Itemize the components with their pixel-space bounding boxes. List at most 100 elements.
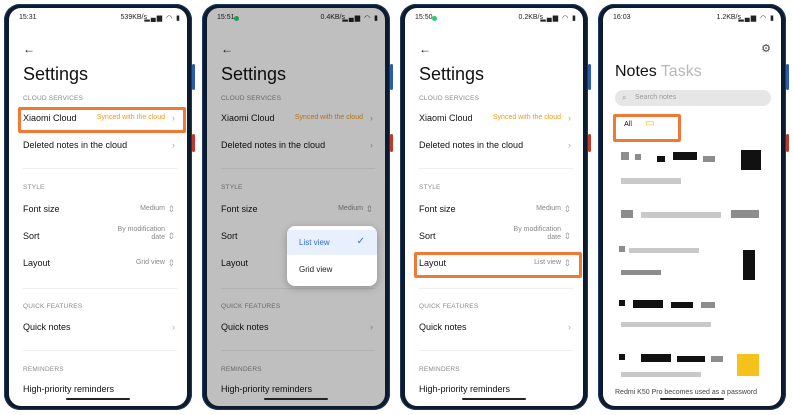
volume-button bbox=[390, 64, 393, 90]
up-down-icon: ⇕ bbox=[167, 231, 175, 241]
sort-value-line-2: date bbox=[151, 234, 165, 241]
status-time: 15:50 bbox=[415, 14, 433, 21]
volume-button bbox=[588, 64, 591, 90]
sort-value: By modification date bbox=[118, 226, 165, 242]
sort-value-line-1: By modification bbox=[117, 226, 165, 233]
phone-settings-cloud: 15:31 539KB/s ▂▄▆ ◠ ▮ ← Settings CLOUD S… bbox=[4, 4, 195, 410]
option-list-view[interactable]: List view ✓ bbox=[287, 230, 377, 255]
gear-icon[interactable]: ⚙ bbox=[761, 42, 771, 55]
font-size-value: Medium bbox=[140, 205, 165, 212]
xiaomi-cloud-label: Xiaomi Cloud bbox=[419, 113, 473, 123]
note-card[interactable] bbox=[611, 294, 773, 340]
redacted-block bbox=[619, 246, 625, 252]
search-input[interactable]: ⌕ Search notes bbox=[615, 90, 771, 106]
redacted-block bbox=[633, 300, 663, 308]
xiaomi-cloud-status: Synced with the cloud bbox=[492, 114, 561, 121]
redacted-block bbox=[657, 156, 665, 162]
sort-value-line-1: By modification bbox=[513, 226, 561, 233]
divider bbox=[419, 168, 573, 169]
row-sort[interactable]: Sort By modification date ⇕ bbox=[23, 226, 177, 245]
phone-settings-layout-popup: 15:51 0.4KB/s ▂▄▆ ◠ ▮ ← Settings CLOUD S… bbox=[202, 4, 393, 410]
screen: 15:31 539KB/s ▂▄▆ ◠ ▮ ← Settings CLOUD S… bbox=[9, 8, 187, 406]
row-high-priority[interactable]: High-priority reminders bbox=[419, 382, 573, 398]
status-bar: 15:50 0.2KB/s ▂▄▆ ◠ ▮ bbox=[405, 14, 583, 26]
power-button bbox=[390, 134, 393, 152]
sort-value-line-2: date bbox=[547, 234, 561, 241]
redacted-block bbox=[621, 270, 661, 275]
layout-label: Layout bbox=[23, 258, 51, 268]
layout-value: Grid view bbox=[135, 259, 165, 266]
divider bbox=[23, 288, 177, 289]
chevron-right-icon: › bbox=[568, 140, 571, 150]
signal-wifi-battery-icon: ▂▄▆ ◠ ▮ bbox=[540, 15, 577, 22]
row-high-priority[interactable]: High-priority reminders bbox=[23, 382, 177, 398]
redacted-block bbox=[703, 156, 715, 162]
row-quick-notes[interactable]: Quick notes › bbox=[23, 320, 177, 336]
row-quick-notes[interactable]: Quick notes › bbox=[419, 320, 573, 336]
search-placeholder: Search notes bbox=[635, 94, 677, 101]
phone-settings-list-view: 15:50 0.2KB/s ▂▄▆ ◠ ▮ ← Settings CLOUD S… bbox=[400, 4, 591, 410]
row-font-size[interactable]: Font size Medium ⇕ bbox=[23, 202, 177, 218]
modal-overlay[interactable] bbox=[207, 8, 385, 406]
redacted-block bbox=[711, 356, 723, 362]
volume-button bbox=[786, 64, 789, 90]
checkmark-icon: ✓ bbox=[356, 236, 365, 247]
home-indicator bbox=[264, 398, 328, 400]
section-style: STYLE bbox=[419, 184, 441, 191]
option-grid-view[interactable]: Grid view bbox=[287, 257, 377, 282]
up-down-icon: ⇕ bbox=[167, 204, 175, 214]
row-sort[interactable]: Sort By modification date ⇕ bbox=[419, 226, 573, 245]
signal-wifi-battery-icon: ▂▄▆ ◠ ▮ bbox=[144, 15, 181, 22]
screen: 16:03 1.2KB/s ▂▄▆ ◠ ▮ ⚙ Notes Tasks ⌕ Sea… bbox=[603, 8, 781, 406]
page-title: Settings bbox=[419, 64, 485, 84]
redacted-block bbox=[743, 250, 755, 280]
redacted-block bbox=[671, 302, 693, 308]
note-preview-partial: Redmi K50 Pro becomes used as a password bbox=[615, 389, 758, 396]
row-deleted-notes[interactable]: Deleted notes in the cloud › bbox=[23, 138, 177, 154]
page-title: Settings bbox=[23, 64, 89, 84]
back-arrow-icon[interactable]: ← bbox=[23, 42, 35, 56]
chevron-right-icon: › bbox=[172, 322, 175, 332]
font-size-label: Font size bbox=[419, 204, 456, 214]
status-time: 16:03 bbox=[613, 14, 631, 21]
sort-label: Sort bbox=[419, 231, 436, 241]
redacted-block bbox=[741, 150, 761, 170]
tab-notes[interactable]: Notes bbox=[615, 63, 657, 80]
up-down-icon: ⇕ bbox=[563, 204, 571, 214]
power-button bbox=[192, 134, 195, 152]
note-card[interactable] bbox=[611, 240, 773, 286]
font-size-label: Font size bbox=[23, 204, 60, 214]
section-cloud-services: CLOUD SERVICES bbox=[23, 95, 84, 102]
row-xiaomi-cloud[interactable]: Xiaomi Cloud Synced with the cloud › bbox=[419, 111, 573, 127]
row-deleted-notes[interactable]: Deleted notes in the cloud › bbox=[419, 138, 573, 154]
search-icon: ⌕ bbox=[622, 93, 627, 102]
row-layout[interactable]: Layout Grid view ⇕ bbox=[23, 256, 177, 272]
row-font-size[interactable]: Font size Medium ⇕ bbox=[419, 202, 573, 218]
highlight-box bbox=[18, 107, 186, 133]
option-grid-view-label: Grid view bbox=[299, 265, 333, 274]
note-card[interactable] bbox=[611, 348, 773, 388]
back-arrow-icon[interactable]: ← bbox=[419, 42, 431, 56]
redacted-block bbox=[619, 300, 625, 306]
status-bar: 16:03 1.2KB/s ▂▄▆ ◠ ▮ bbox=[603, 14, 781, 26]
section-quick-features: QUICK FEATURES bbox=[419, 303, 479, 310]
power-button bbox=[588, 134, 591, 152]
volume-button bbox=[192, 64, 195, 90]
deleted-notes-label: Deleted notes in the cloud bbox=[419, 140, 524, 150]
tab-tasks[interactable]: Tasks bbox=[661, 63, 702, 80]
phone-notes-list: 16:03 1.2KB/s ▂▄▆ ◠ ▮ ⚙ Notes Tasks ⌕ Sea… bbox=[598, 4, 789, 410]
highlight-box bbox=[414, 252, 582, 278]
status-bar: 15:31 539KB/s ▂▄▆ ◠ ▮ bbox=[9, 14, 187, 26]
chevron-right-icon: › bbox=[568, 113, 571, 123]
redacted-block bbox=[701, 302, 715, 308]
redacted-block bbox=[621, 152, 629, 160]
redacted-block bbox=[621, 322, 711, 327]
sort-value: By modification date bbox=[514, 226, 561, 242]
sort-label: Sort bbox=[23, 231, 40, 241]
redacted-block bbox=[619, 354, 625, 360]
chevron-right-icon: › bbox=[568, 322, 571, 332]
redacted-block bbox=[629, 248, 699, 253]
home-indicator bbox=[66, 398, 130, 400]
note-card[interactable] bbox=[611, 144, 773, 232]
recording-dot-icon bbox=[432, 16, 437, 21]
